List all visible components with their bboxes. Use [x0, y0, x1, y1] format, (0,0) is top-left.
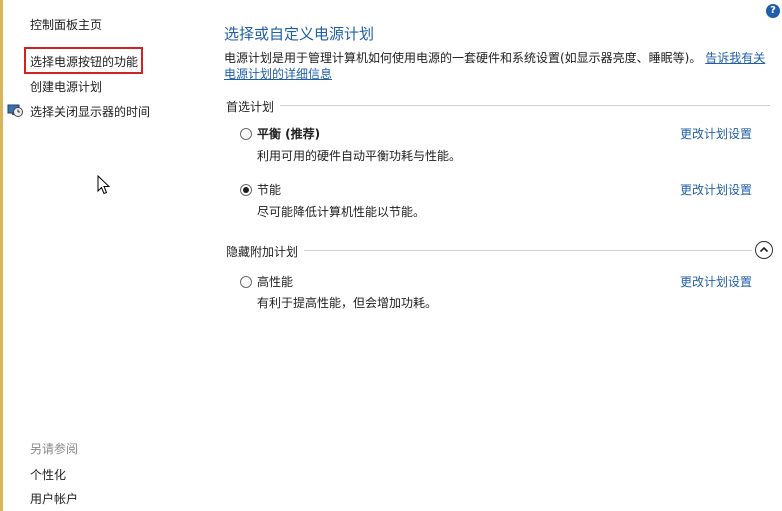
chevron-up-icon	[759, 246, 769, 253]
plan-power-saver-desc: 尽可能降低计算机性能以节能。	[257, 205, 426, 219]
nav-personalization[interactable]: 个性化	[30, 466, 66, 483]
nav-create-power-plan[interactable]: 创建电源计划	[30, 78, 102, 95]
radio-high-performance[interactable]	[240, 276, 252, 288]
plan-power-saver-name[interactable]: 节能	[257, 181, 281, 198]
nav-choose-power-buttons[interactable]: 选择电源按钮的功能	[30, 53, 138, 70]
display-clock-icon	[7, 104, 23, 117]
plan-balanced-desc: 利用可用的硬件自动平衡功耗与性能。	[257, 149, 462, 163]
change-settings-balanced-link[interactable]: 更改计划设置	[680, 125, 752, 142]
hidden-plans-label[interactable]: 隐藏附加计划	[226, 243, 305, 260]
plan-high-performance-name[interactable]: 高性能	[257, 273, 293, 290]
window-left-border	[0, 0, 3, 511]
collapse-hidden-plans-button[interactable]	[755, 241, 773, 259]
preferred-plans-label: 首选计划	[226, 98, 281, 115]
nav-user-accounts[interactable]: 用户帐户	[30, 490, 78, 507]
description-text: 电源计划是用于管理计算机如何使用电源的一套硬件和系统设置(如显示器亮度、睡眠等)…	[224, 51, 702, 65]
plan-high-performance-desc: 有利于提高性能，但会增加功耗。	[257, 296, 438, 310]
nav-choose-display-off-time[interactable]: 选择关闭显示器的时间	[30, 103, 150, 120]
radio-balanced[interactable]	[240, 128, 252, 140]
page-description: 电源计划是用于管理计算机如何使用电源的一套硬件和系统设置(如显示器亮度、睡眠等)…	[224, 50, 772, 82]
see-also-title: 另请参阅	[30, 442, 79, 456]
page-title: 选择或自定义电源计划	[224, 25, 375, 43]
radio-power-saver[interactable]	[240, 184, 252, 196]
help-icon[interactable]: ?	[766, 4, 780, 18]
nav-control-panel-home[interactable]: 控制面板主页	[30, 16, 102, 33]
preferred-divider	[226, 105, 770, 106]
change-settings-high-performance-link[interactable]: 更改计划设置	[680, 273, 752, 290]
mouse-cursor-icon	[97, 175, 111, 195]
plan-balanced-name[interactable]: 平衡 (推荐)	[257, 125, 320, 142]
hidden-divider	[226, 250, 752, 251]
change-settings-power-saver-link[interactable]: 更改计划设置	[680, 181, 752, 198]
